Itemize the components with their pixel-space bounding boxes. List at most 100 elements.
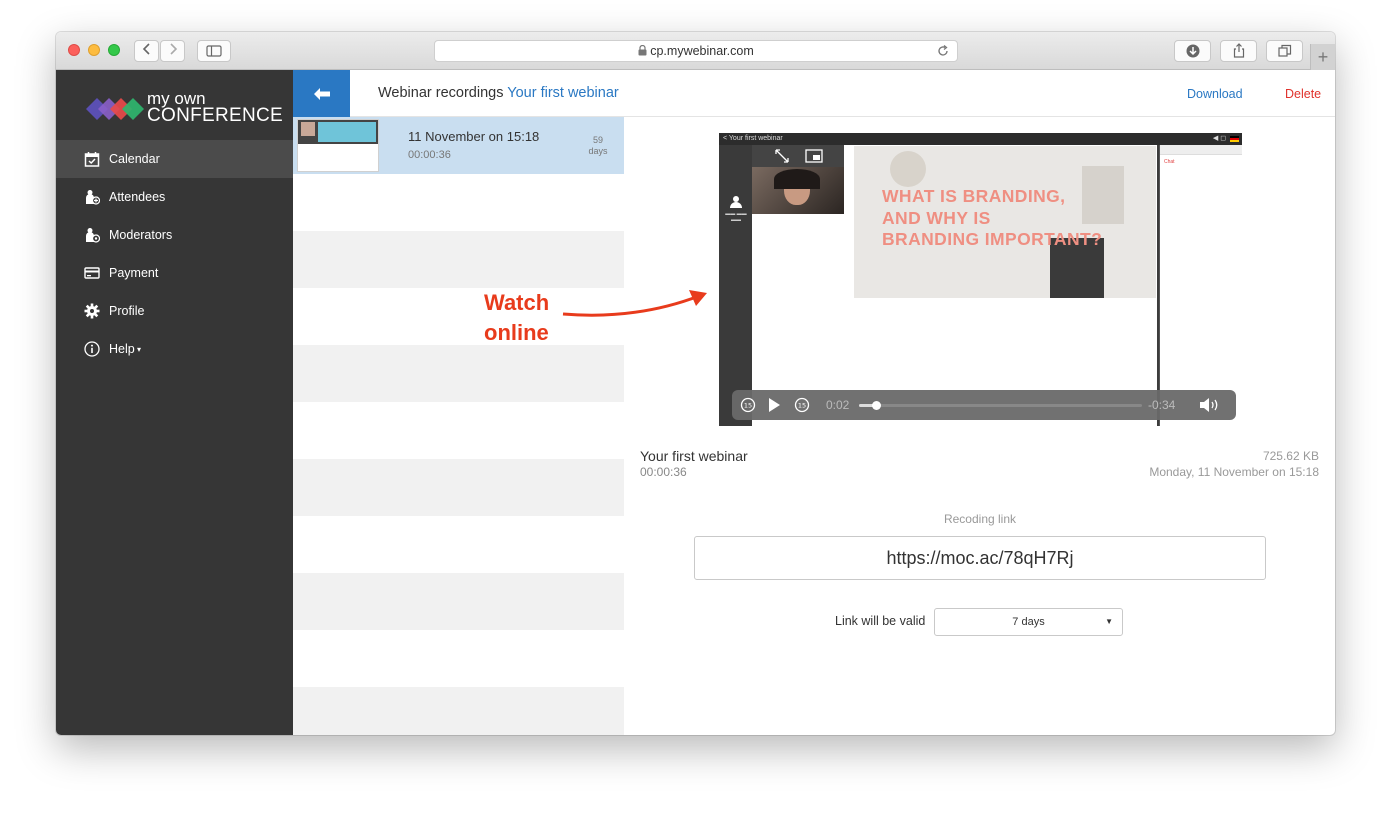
list-row-empty — [293, 402, 624, 459]
logo-text: my own CONFERENCE — [147, 90, 283, 125]
rewind-15-icon[interactable]: 15 — [740, 397, 756, 413]
rail-caption: ▬▬ ▬▬ ▬▬ — [725, 211, 747, 223]
presenter-hair — [774, 169, 820, 189]
video-player[interactable]: < Your first webinar ◀︎ ◻︎ ▬▬ ▬▬ ▬▬ WHAT … — [719, 133, 1242, 426]
tabs-overview-button[interactable] — [1266, 40, 1303, 62]
svg-text:15: 15 — [744, 402, 752, 410]
recording-thumbnail — [297, 119, 379, 172]
download-circle-icon — [1186, 44, 1199, 58]
arrow-left-icon — [314, 88, 330, 100]
raise-hand-icon[interactable] — [729, 195, 743, 209]
annotation-line-2: online — [484, 320, 549, 345]
days-left-count: 59 — [592, 135, 603, 145]
play-icon[interactable] — [767, 397, 781, 413]
list-row-empty — [293, 459, 624, 516]
chevron-left-icon — [142, 43, 150, 55]
link-validity-label: Link will be valid — [835, 614, 926, 628]
player-status-icons: ◀︎ ◻︎ — [1212, 135, 1226, 142]
language-flag-icon[interactable] — [1230, 136, 1239, 142]
credit-card-icon — [84, 267, 100, 279]
sidebar-item-help[interactable]: Help ▾ — [56, 330, 293, 368]
slide-line: AND WHY IS — [882, 207, 991, 228]
slide-line: BRANDING IMPORTANT? — [882, 229, 1103, 249]
sidebar-item-attendees[interactable]: Attendees — [56, 178, 293, 216]
video-controls: 15 15 0:02 -0:34 — [732, 390, 1236, 420]
recording-detail-title: Your first webinar — [640, 448, 748, 464]
days-left-unit: days — [588, 146, 608, 156]
sidebar-item-label: Moderators — [109, 228, 173, 242]
attendees-icon — [86, 190, 100, 205]
sidebar: my own CONFERENCE Calendar Attendees Mod… — [56, 70, 293, 735]
forward-15-icon[interactable]: 15 — [794, 397, 810, 413]
new-tab-button[interactable]: + — [1310, 44, 1335, 70]
sidebar-item-label: Calendar — [109, 152, 160, 166]
expand-icon[interactable] — [774, 148, 790, 164]
info-icon — [84, 341, 100, 357]
gear-icon — [84, 303, 100, 319]
tabs-icon — [1277, 44, 1291, 57]
volume-icon[interactable] — [1199, 397, 1221, 413]
back-button[interactable] — [293, 70, 350, 117]
annotation-line-1: Watch — [484, 290, 550, 315]
player-title: < Your first webinar — [723, 135, 783, 142]
annotation-arrow-icon — [562, 290, 707, 317]
slide-line: WHAT IS BRANDING, — [882, 186, 1066, 206]
browser-back-button[interactable] — [134, 40, 159, 62]
sidebar-icon — [206, 45, 222, 57]
calendar-check-icon — [84, 152, 100, 167]
recording-link-field[interactable]: https://moc.ac/78qH7Rj — [694, 536, 1266, 580]
address-bar[interactable]: cp.mywebinar.com — [434, 40, 958, 62]
thumbnail-slide — [318, 122, 376, 142]
recording-days-left: 59 days — [583, 135, 613, 157]
brand-logo[interactable]: my own CONFERENCE — [85, 90, 283, 130]
list-row-empty — [293, 687, 624, 735]
recording-detail-duration: 00:00:36 — [640, 465, 687, 479]
browser-forward-button[interactable] — [160, 40, 185, 62]
reload-icon[interactable] — [937, 45, 949, 57]
sidebar-item-label: Help — [109, 342, 135, 356]
sidebar-item-label: Payment — [109, 266, 159, 280]
delete-link[interactable]: Delete — [1285, 87, 1321, 101]
lock-icon — [638, 44, 647, 56]
recording-item[interactable]: 11 November on 15:18 00:00:36 59 days — [293, 117, 624, 174]
list-row-empty — [293, 516, 624, 573]
downloads-button[interactable] — [1174, 40, 1211, 62]
link-validity-select[interactable]: 7 days ▼ — [934, 608, 1123, 636]
recording-link-label: Recoding link — [943, 512, 1017, 526]
list-row-empty — [293, 174, 624, 231]
progress-knob[interactable] — [871, 401, 881, 410]
browser-window: cp.mywebinar.com + my own CONFERENCE Cal… — [56, 32, 1335, 735]
player-top-bar: < Your first webinar ◀︎ ◻︎ — [719, 133, 1242, 145]
list-row-empty — [293, 345, 624, 402]
download-link[interactable]: Download — [1187, 87, 1243, 101]
watch-online-annotation: Watch online — [484, 288, 549, 348]
sidebar-toggle-button[interactable] — [197, 40, 231, 62]
presenter-video — [752, 167, 844, 214]
sidebar-item-calendar[interactable]: Calendar — [56, 140, 293, 178]
remaining-time: -0:34 — [1148, 398, 1176, 412]
list-row-empty — [293, 231, 624, 288]
close-window-button[interactable] — [68, 44, 80, 56]
page-subtitle[interactable]: Your first webinar — [507, 85, 619, 101]
chat-header — [1160, 145, 1242, 155]
presentation-slide: WHAT IS BRANDING, AND WHY IS BRANDING IM… — [854, 146, 1156, 298]
moderator-icon — [86, 228, 100, 243]
share-button[interactable] — [1220, 40, 1257, 62]
picture-in-picture-icon[interactable] — [805, 149, 823, 163]
browser-toolbar: cp.mywebinar.com + — [56, 32, 1335, 70]
sidebar-item-payment[interactable]: Payment — [56, 254, 293, 292]
sidebar-item-moderators[interactable]: Moderators — [56, 216, 293, 254]
thumbnail-presenter — [301, 122, 315, 136]
minimize-window-button[interactable] — [88, 44, 100, 56]
layout-controls — [752, 145, 844, 167]
link-validity-value: 7 days — [1012, 616, 1045, 628]
player-left-rail: ▬▬ ▬▬ ▬▬ — [719, 145, 752, 426]
logo-diamonds-icon — [86, 98, 144, 120]
recording-file-size: 725.62 KB — [1262, 449, 1319, 463]
chevron-right-icon — [169, 43, 177, 55]
progress-bar[interactable] — [859, 401, 1142, 410]
slide-decoration — [890, 151, 926, 187]
zoom-window-button[interactable] — [108, 44, 120, 56]
recordings-list: 11 November on 15:18 00:00:36 59 days — [293, 117, 624, 735]
sidebar-item-profile[interactable]: Profile — [56, 292, 293, 330]
